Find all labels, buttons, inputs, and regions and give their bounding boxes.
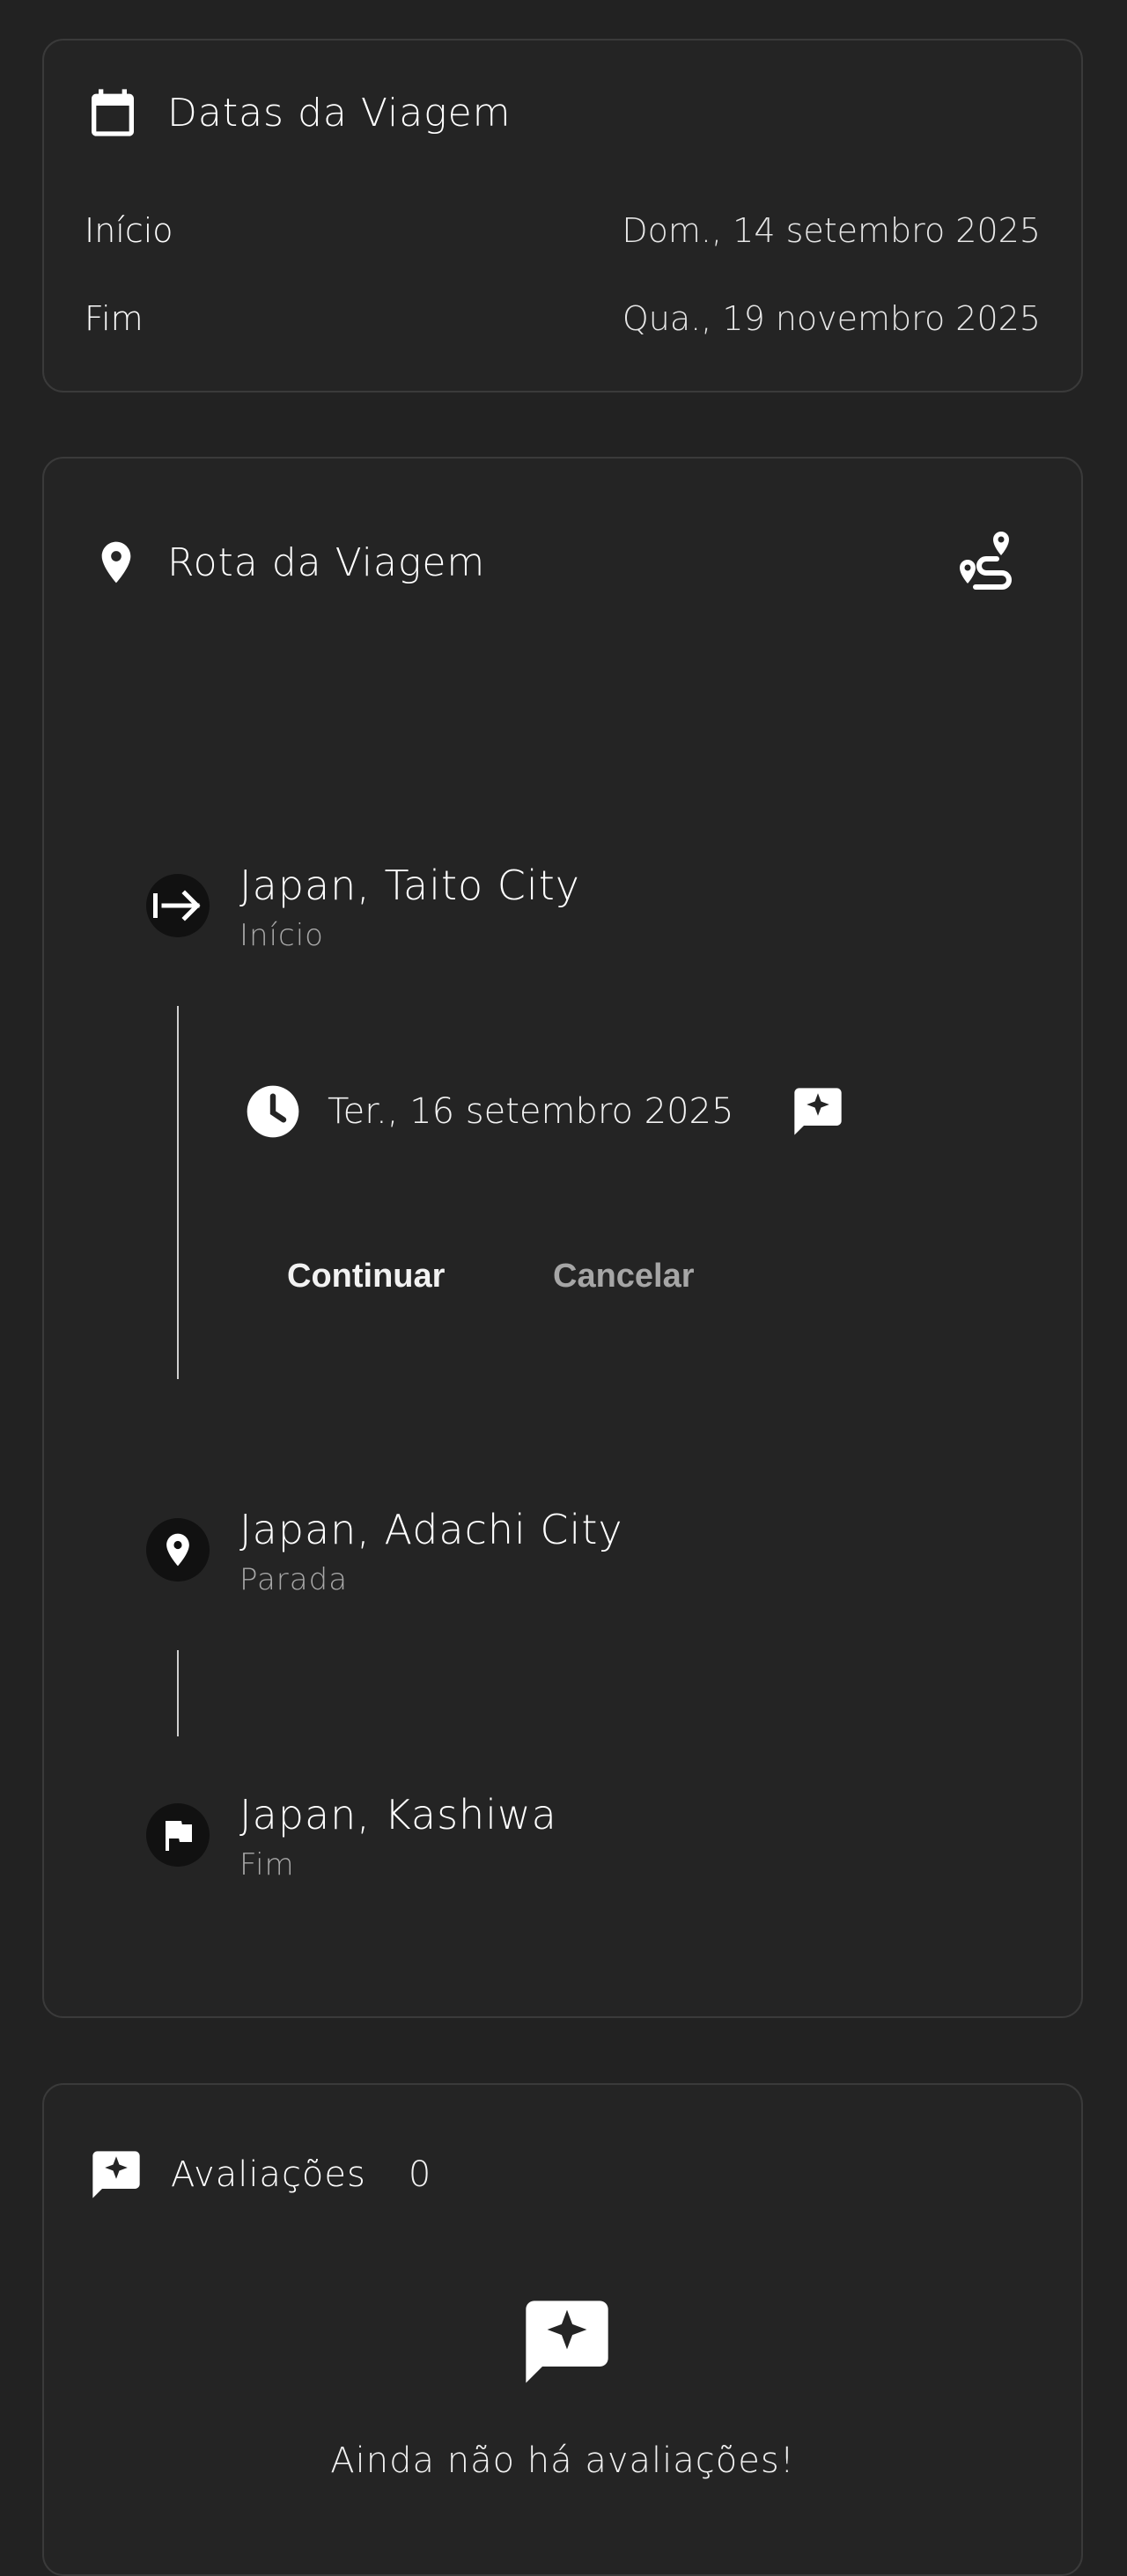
clock-icon <box>245 1083 301 1140</box>
route-stop-start[interactable]: Japan, Taito City Início <box>146 862 580 953</box>
route-stop-middle[interactable]: Japan, Adachi City Parada <box>146 1506 623 1597</box>
reviews-empty-message: Ainda não há avaliações! <box>330 2440 795 2481</box>
reviews-count: 0 <box>408 2154 431 2195</box>
trip-dates-header: Datas da Viagem <box>85 83 512 143</box>
end-date-label: Fim <box>85 299 144 338</box>
reviews-header: Avaliações 0 <box>88 2147 431 2203</box>
location-pin-icon <box>146 1518 210 1582</box>
route-connector <box>177 1650 179 1736</box>
trip-dates-card: Datas da Viagem Início Dom., 14 setembro… <box>42 39 1083 393</box>
start-date-value[interactable]: Dom., 14 setembro 2025 <box>622 211 1041 250</box>
trip-route-header: Rota da Viagem <box>92 534 485 591</box>
review-sparkle-icon <box>518 2293 616 2391</box>
trip-route-card: Rota da Viagem Japan, Taito City Início <box>42 457 1083 2018</box>
trip-route-title: Rota da Viagem <box>167 539 486 585</box>
review-sparkle-icon[interactable] <box>790 1083 846 1140</box>
end-date-value[interactable]: Qua., 19 novembro 2025 <box>622 299 1041 338</box>
route-connector <box>177 1006 179 1379</box>
leg-date-text[interactable]: Ter., 16 setembro 2025 <box>328 1091 733 1132</box>
start-date-row: Início Dom., 14 setembro 2025 <box>85 211 1041 250</box>
cancel-button[interactable]: Cancelar <box>553 1258 695 1295</box>
continue-button[interactable]: Continuar <box>287 1258 445 1295</box>
start-arrow-icon <box>146 874 210 937</box>
trip-dates-title: Datas da Viagem <box>167 90 512 136</box>
stop-name: Japan, Adachi City <box>239 1506 623 1553</box>
stop-type: Parada <box>239 1562 349 1597</box>
route-icon[interactable] <box>946 529 1020 599</box>
flag-icon <box>146 1803 210 1867</box>
reviews-card: Avaliações 0 Ainda não há avaliações! <box>42 2083 1083 2576</box>
location-pin-icon <box>92 534 141 591</box>
start-date-label: Início <box>85 211 173 250</box>
stop-name: Japan, Kashiwa <box>239 1791 557 1838</box>
calendar-icon <box>85 83 141 143</box>
stop-name: Japan, Taito City <box>239 862 580 909</box>
reviews-title: Avaliações <box>171 2154 366 2195</box>
leg-date: Ter., 16 setembro 2025 <box>245 1083 846 1140</box>
end-date-row: Fim Qua., 19 novembro 2025 <box>85 299 1041 338</box>
stop-type: Fim <box>239 1847 295 1882</box>
review-sparkle-icon <box>88 2147 144 2203</box>
stop-type: Início <box>239 918 324 953</box>
route-stop-end[interactable]: Japan, Kashiwa Fim <box>146 1791 557 1882</box>
